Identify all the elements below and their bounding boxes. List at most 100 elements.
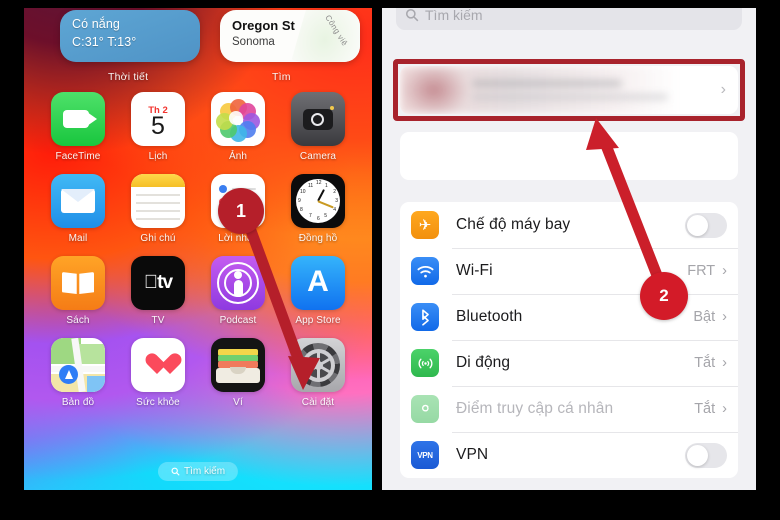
app-clock[interactable]: 12 3 6 9 1 2 4 5 7 8 10 11 Đồng hồ — [278, 174, 358, 244]
mail-icon — [51, 174, 105, 228]
settings-search-placeholder: Tìm kiếm — [425, 8, 483, 23]
airplane-mode-toggle[interactable] — [685, 212, 727, 238]
settings-row-cellular[interactable]: Di động Tắt › — [400, 340, 738, 386]
chevron-right-icon: › — [722, 309, 727, 325]
podcast-icon — [211, 256, 265, 310]
secondary-card[interactable] — [400, 132, 738, 180]
app-label: App Store — [295, 315, 341, 326]
row-value: FRT — [687, 263, 716, 279]
settings-row-vpn[interactable]: VPN VPN — [400, 432, 738, 478]
app-appstore[interactable]: A App Store — [278, 256, 358, 326]
app-label: Podcast — [219, 315, 257, 326]
app-label: TV — [151, 315, 165, 326]
app-settings[interactable]: Cài đặt — [278, 338, 358, 408]
appstore-glyph: A — [307, 265, 329, 298]
wifi-icon — [411, 257, 439, 285]
books-icon — [51, 256, 105, 310]
weather-temps: C:31° T:13° — [72, 34, 137, 49]
maps-icon — [51, 338, 105, 392]
app-label: Lời nhắc — [218, 233, 258, 244]
appstore-icon: A — [291, 256, 345, 310]
tv-icon: tv — [131, 256, 185, 310]
app-photos[interactable]: Ảnh — [198, 92, 278, 162]
clock-icon: 12 3 6 9 1 2 4 5 7 8 10 11 — [291, 174, 345, 228]
app-label: Ảnh — [228, 151, 248, 162]
vpn-glyph: VPN — [417, 450, 433, 460]
app-maps[interactable]: Bản đồ — [38, 338, 118, 408]
weather-widget-label: Thời tiết — [108, 71, 149, 83]
app-label: Camera — [299, 151, 337, 162]
app-facetime[interactable]: FaceTime — [38, 92, 118, 162]
maps-widget[interactable]: Công viê Oregon St Sonoma — [220, 10, 360, 62]
settings-row-personal-hotspot[interactable]: Điểm truy cập cá nhân Tắt › — [400, 386, 738, 432]
apple-id-row[interactable]: › — [400, 66, 738, 114]
app-label: Sức khỏe — [136, 397, 180, 408]
bluetooth-icon — [411, 303, 439, 331]
app-tv[interactable]: tv TV — [118, 256, 198, 326]
app-label: Ví — [233, 397, 243, 408]
settings-row-airplane-mode[interactable]: ✈ Chế độ máy bay — [400, 202, 738, 248]
photos-icon — [211, 92, 265, 146]
app-health[interactable]: Sức khỏe — [118, 338, 198, 408]
screenshot-root: Có nắng C:31° T:13° Thời tiết Công viê O… — [0, 0, 780, 520]
left-phone-home-screen: Có nắng C:31° T:13° Thời tiết Công viê O… — [24, 8, 372, 490]
app-podcast[interactable]: Podcast — [198, 256, 278, 326]
app-label: Ghi chú — [140, 233, 176, 244]
weather-widget[interactable]: Có nắng C:31° T:13° — [60, 10, 200, 62]
airplane-icon: ✈ — [411, 211, 439, 239]
settings-search-input[interactable]: Tìm kiếm — [396, 8, 742, 30]
app-camera[interactable]: Camera — [278, 92, 358, 162]
notes-icon — [131, 174, 185, 228]
row-label: Wi-Fi — [456, 262, 493, 279]
app-grid: FaceTime Th 2 5 Lịch Ảnh Camera Mail Ghi… — [24, 92, 372, 408]
app-wallet[interactable]: Ví — [198, 338, 278, 408]
app-label: Mail — [68, 233, 88, 244]
step-badge-2: 2 — [640, 272, 688, 320]
app-label: Đồng hồ — [298, 233, 338, 244]
home-search-pill[interactable]: Tìm kiếm — [157, 462, 239, 481]
step-badge-1: 1 — [218, 188, 264, 234]
chevron-right-icon: › — [722, 401, 727, 417]
row-label: Bluetooth — [456, 308, 523, 325]
app-books[interactable]: Sách — [38, 256, 118, 326]
chevron-right-icon: › — [722, 263, 727, 279]
hotspot-icon — [411, 395, 439, 423]
row-value: Tắt — [694, 355, 716, 371]
row-label: Chế độ máy bay — [456, 216, 571, 233]
app-mail[interactable]: Mail — [38, 174, 118, 244]
facetime-icon — [51, 92, 105, 146]
maps-widget-label: Tìm — [272, 71, 291, 83]
search-icon — [171, 467, 180, 476]
step-badge-2-number: 2 — [659, 286, 669, 305]
row-label: VPN — [456, 446, 489, 463]
app-calendar[interactable]: Th 2 5 Lịch — [118, 92, 198, 162]
app-label: Lịch — [148, 151, 168, 162]
settings-row-wifi[interactable]: Wi-Fi FRT › — [400, 248, 738, 294]
app-notes[interactable]: Ghi chú — [118, 174, 198, 244]
chevron-right-icon: › — [722, 355, 727, 371]
cellular-icon — [411, 349, 439, 377]
calendar-icon: Th 2 5 — [131, 92, 185, 146]
health-icon — [131, 338, 185, 392]
app-label: Bản đồ — [61, 397, 95, 408]
row-label: Di động — [456, 354, 511, 371]
camera-icon — [291, 92, 345, 146]
step-badge-1-number: 1 — [235, 200, 246, 221]
settings-gear-icon — [291, 338, 345, 392]
weather-condition: Có nắng — [72, 17, 120, 31]
vpn-toggle[interactable] — [685, 442, 727, 468]
row-value: Bật — [693, 309, 716, 325]
row-value: Tắt — [694, 401, 716, 417]
vpn-icon: VPN — [411, 441, 439, 469]
row-label: Điểm truy cập cá nhân — [456, 400, 614, 417]
settings-list: ✈ Chế độ máy bay Wi-Fi FRT › Bluetooth B… — [400, 202, 738, 478]
app-label: FaceTime — [55, 151, 101, 162]
wallet-icon — [211, 338, 265, 392]
chevron-right-icon: › — [720, 81, 726, 98]
apple-tv-wordmark: tv — [144, 272, 173, 293]
app-label: Cài đặt — [301, 397, 335, 408]
calendar-day: 5 — [151, 111, 165, 140]
right-phone-settings-screen: Tìm kiếm › ✈ Chế độ máy bay Wi-Fi FRT › … — [382, 8, 756, 490]
home-search-label: Tìm kiếm — [183, 466, 226, 477]
search-icon — [405, 8, 419, 22]
